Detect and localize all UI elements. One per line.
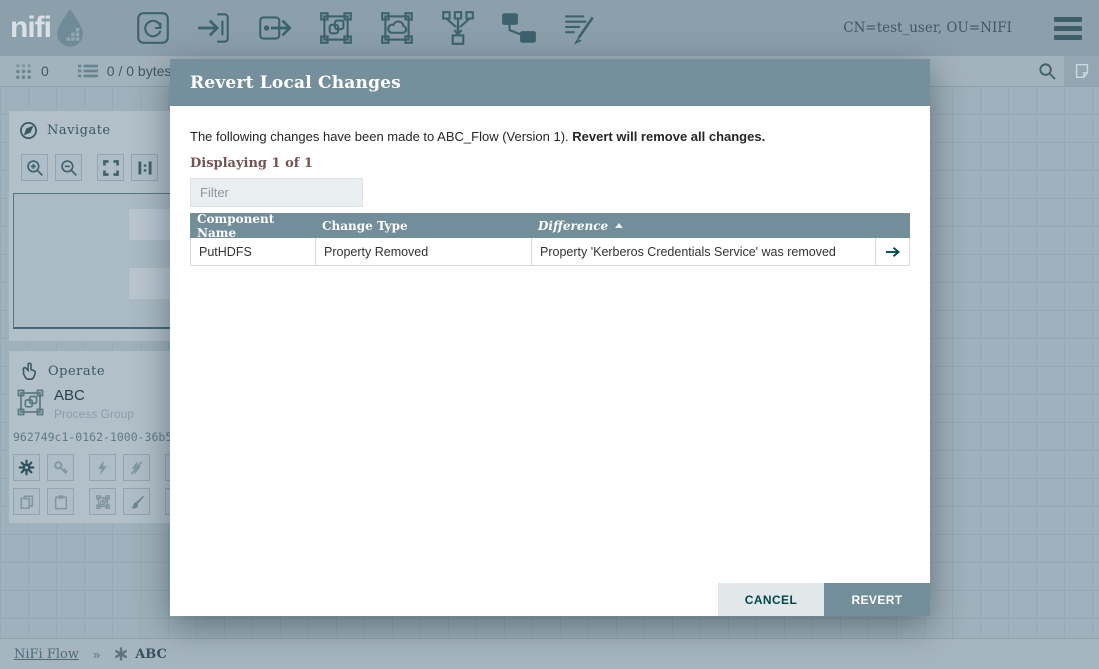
dialog-message: The following changes have been made to … xyxy=(190,129,765,144)
selected-component-card: ABC Process Group xyxy=(15,387,134,421)
component-toolbar xyxy=(134,9,599,47)
operate-panel-title: Operate xyxy=(48,364,105,379)
queued-stat: 0 / 0 bytes xyxy=(77,62,172,80)
change-color-button[interactable] xyxy=(123,488,150,515)
cancel-button[interactable]: CANCEL xyxy=(718,583,824,616)
dialog-message-text: The following changes have been made to … xyxy=(190,129,572,144)
active-threads-count: 0 xyxy=(41,63,49,79)
input-port-icon[interactable] xyxy=(195,9,233,47)
zoom-in-button[interactable] xyxy=(21,154,48,181)
output-port-icon[interactable] xyxy=(256,9,294,47)
component-type: Process Group xyxy=(54,407,134,421)
gear-icon xyxy=(18,459,35,476)
nifi-logo: nifi xyxy=(10,7,114,49)
active-threads-grid-icon xyxy=(14,62,33,81)
table-header-row: Component Name Change Type Difference xyxy=(190,213,910,238)
go-to-arrow-icon[interactable] xyxy=(885,246,900,258)
sort-ascending-icon xyxy=(615,223,623,228)
nifi-logo-text: nifi xyxy=(10,13,51,43)
cell-difference: Property 'Kerberos Credentials Service' … xyxy=(531,238,875,265)
cell-action xyxy=(875,238,910,265)
statusbar-right xyxy=(1030,56,1099,86)
remote-process-group-icon[interactable] xyxy=(378,9,416,47)
paste-icon xyxy=(53,494,69,510)
breadcrumb-current-label: ABC xyxy=(135,647,167,662)
processor-icon[interactable] xyxy=(134,9,172,47)
template-icon[interactable] xyxy=(500,9,538,47)
dialog-message-warning: Revert will remove all changes. xyxy=(572,129,765,144)
process-group-icon[interactable] xyxy=(317,9,355,47)
dialog-title: Revert Local Changes xyxy=(190,73,401,93)
process-group-icon xyxy=(15,387,46,418)
column-header-component-name[interactable]: Component Name xyxy=(190,213,315,238)
zoom-out-button[interactable] xyxy=(55,154,82,181)
locally-modified-asterisk-icon xyxy=(114,647,128,661)
hand-icon xyxy=(19,361,39,381)
cell-component-name: PutHDFS xyxy=(190,238,315,265)
revert-button[interactable]: REVERT xyxy=(824,583,930,616)
queued-list-icon xyxy=(77,62,99,80)
app-header: nifi xyxy=(0,0,1099,56)
cell-change-type: Property Removed xyxy=(315,238,531,265)
nifi-droplet-icon xyxy=(51,7,89,49)
active-threads-stat: 0 xyxy=(14,62,49,81)
revert-local-changes-dialog: Revert Local Changes The following chang… xyxy=(170,59,930,616)
key-icon xyxy=(53,460,69,476)
queued-count: 0 / 0 bytes xyxy=(107,63,172,79)
lightning-bolt-slash-icon xyxy=(129,460,144,476)
paste-button[interactable] xyxy=(47,488,74,515)
bulletin-note-icon[interactable] xyxy=(1064,56,1099,86)
configuration-button[interactable] xyxy=(13,454,40,481)
zoom-actual-size-icon[interactable] xyxy=(131,154,158,181)
disable-button[interactable] xyxy=(123,454,150,481)
breadcrumb-separator: » xyxy=(93,647,100,662)
copy-icon xyxy=(19,494,35,510)
current-user-label: CN=test_user, OU=NIFI xyxy=(843,20,1012,36)
compass-icon xyxy=(19,121,38,140)
table-row[interactable]: PutHDFS Property Removed Property 'Kerbe… xyxy=(190,238,910,266)
navigate-panel-title: Navigate xyxy=(47,123,111,138)
breadcrumb: NiFi Flow » ABC xyxy=(0,638,1099,669)
paint-brush-icon xyxy=(129,494,145,510)
breadcrumb-current: ABC xyxy=(114,647,167,662)
column-header-difference[interactable]: Difference xyxy=(531,213,875,238)
header-right: CN=test_user, OU=NIFI xyxy=(843,17,1082,40)
group-button[interactable] xyxy=(89,488,116,515)
lightning-bolt-icon xyxy=(95,460,110,476)
copy-button[interactable] xyxy=(13,488,40,515)
search-icon[interactable] xyxy=(1030,56,1064,86)
global-menu-icon[interactable] xyxy=(1054,17,1082,40)
filter-input[interactable] xyxy=(190,178,363,207)
funnel-icon[interactable] xyxy=(439,9,477,47)
displaying-count: Displaying 1 of 1 xyxy=(190,156,313,171)
label-icon[interactable] xyxy=(561,9,599,47)
component-name: ABC xyxy=(54,387,134,404)
group-icon xyxy=(95,494,111,510)
column-header-actions xyxy=(875,213,910,238)
zoom-fit-icon[interactable] xyxy=(97,154,124,181)
breadcrumb-root-link[interactable]: NiFi Flow xyxy=(14,647,79,662)
enable-button[interactable] xyxy=(89,454,116,481)
column-header-change-type[interactable]: Change Type xyxy=(315,213,531,238)
dialog-header: Revert Local Changes xyxy=(170,59,930,106)
differences-table: Component Name Change Type Difference Pu… xyxy=(190,213,910,266)
access-policies-button[interactable] xyxy=(47,454,74,481)
